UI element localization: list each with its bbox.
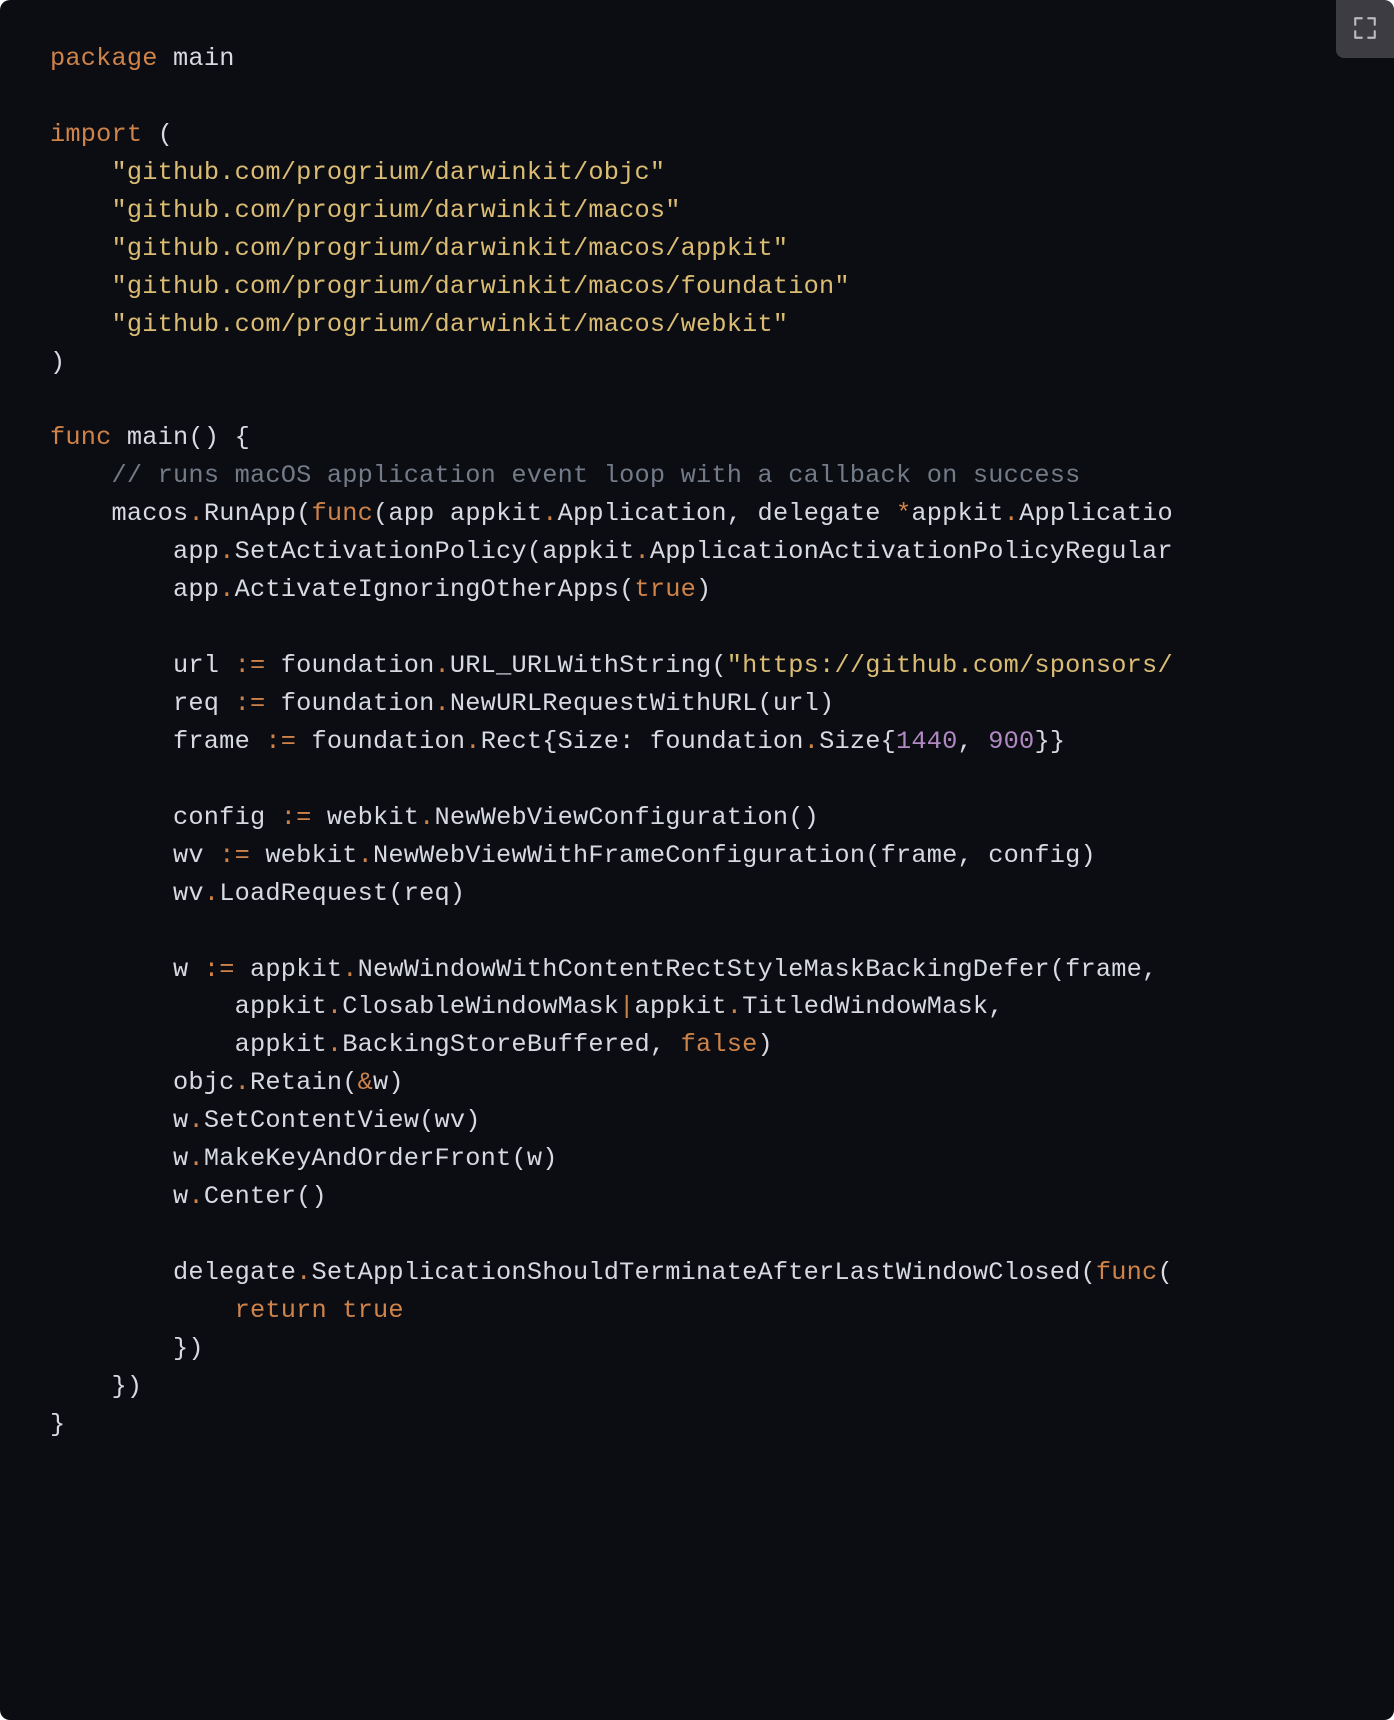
code-block: package main import ( "github.com/progri… <box>0 0 1394 1720</box>
code-content[interactable]: package main import ( "github.com/progri… <box>50 40 1360 1444</box>
expand-icon <box>1352 15 1378 44</box>
copy-button[interactable] <box>1336 0 1394 58</box>
